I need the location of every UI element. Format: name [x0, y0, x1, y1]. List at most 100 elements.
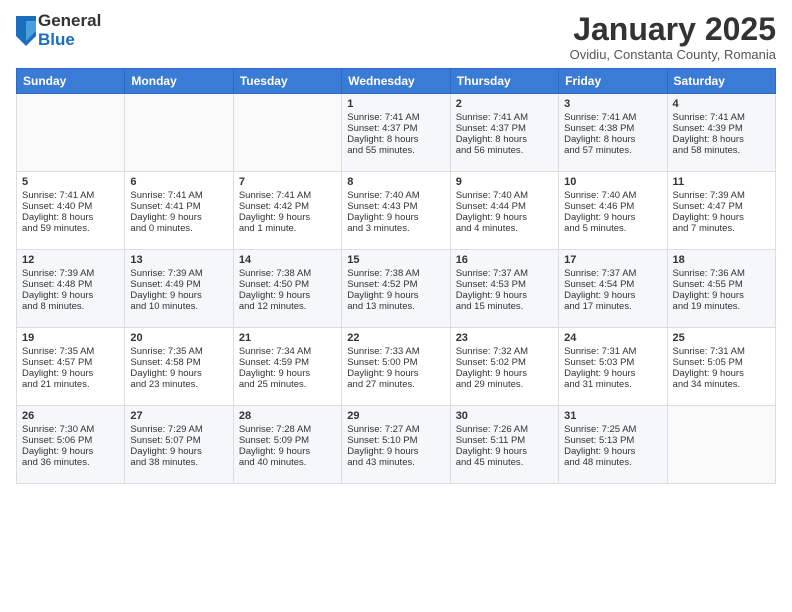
- day-info: Sunset: 4:39 PM: [673, 123, 770, 134]
- day-info: Sunset: 5:06 PM: [22, 435, 119, 446]
- day-info: and 0 minutes.: [130, 223, 227, 234]
- day-number: 7: [239, 176, 336, 188]
- day-number: 6: [130, 176, 227, 188]
- day-info: Sunset: 4:55 PM: [673, 279, 770, 290]
- day-info: Sunrise: 7:41 AM: [564, 112, 661, 123]
- day-info: Sunrise: 7:37 AM: [456, 268, 553, 279]
- table-row: 14Sunrise: 7:38 AMSunset: 4:50 PMDayligh…: [233, 250, 341, 328]
- day-info: Daylight: 9 hours: [347, 446, 444, 457]
- day-info: Sunset: 4:58 PM: [130, 357, 227, 368]
- day-info: Daylight: 9 hours: [456, 290, 553, 301]
- day-number: 11: [673, 176, 770, 188]
- logo-icon: [16, 16, 36, 46]
- day-info: Sunrise: 7:41 AM: [130, 190, 227, 201]
- calendar-week-row: 19 Sunrise: 7:35 AM Sunset: 4:57 PM Dayligh…: [17, 328, 776, 406]
- day-info: Daylight: 9 hours: [347, 368, 444, 379]
- day-info: Sunrise: 7:39 AM: [673, 190, 770, 201]
- page-container: General Blue January 2025 Ovidiu, Consta…: [0, 0, 792, 612]
- day-info: Daylight: 9 hours: [239, 212, 336, 223]
- day-info: and 17 minutes.: [564, 301, 661, 312]
- day-info: Daylight: 9 hours: [239, 290, 336, 301]
- table-row: 17Sunrise: 7:37 AMSunset: 4:54 PMDayligh…: [559, 250, 667, 328]
- day-info: Sunrise: 7:30 AM: [22, 424, 119, 435]
- table-row: 25Sunrise: 7:31 AMSunset: 5:05 PMDayligh…: [667, 328, 775, 406]
- day-info: Sunset: 4:37 PM: [456, 123, 553, 134]
- table-row: 9Sunrise: 7:40 AMSunset: 4:44 PMDaylight…: [450, 172, 558, 250]
- table-row: [17, 94, 125, 172]
- title-area: January 2025 Ovidiu, Constanta County, R…: [570, 12, 776, 62]
- table-row: 23Sunrise: 7:32 AMSunset: 5:02 PMDayligh…: [450, 328, 558, 406]
- day-info: and 10 minutes.: [130, 301, 227, 312]
- table-row: 5Sunrise: 7:41 AMSunset: 4:40 PMDaylight…: [17, 172, 125, 250]
- day-info: Sunset: 5:09 PM: [239, 435, 336, 446]
- day-info: Sunset: 4:54 PM: [564, 279, 661, 290]
- day-info: Daylight: 9 hours: [456, 446, 553, 457]
- day-info: and 7 minutes.: [673, 223, 770, 234]
- day-info: Sunrise: 7:36 AM: [673, 268, 770, 279]
- day-info: Sunrise: 7:41 AM: [22, 190, 119, 201]
- day-info: Daylight: 9 hours: [564, 290, 661, 301]
- day-info: Daylight: 9 hours: [22, 446, 119, 457]
- day-number: 29: [347, 410, 444, 422]
- day-number: 19: [22, 332, 119, 344]
- day-info: Sunrise: 7:39 AM: [22, 268, 119, 279]
- table-row: 21Sunrise: 7:34 AMSunset: 4:59 PMDayligh…: [233, 328, 341, 406]
- table-row: 24Sunrise: 7:31 AMSunset: 5:03 PMDayligh…: [559, 328, 667, 406]
- day-info: Daylight: 9 hours: [673, 290, 770, 301]
- day-info: and 8 minutes.: [22, 301, 119, 312]
- table-row: [125, 94, 233, 172]
- day-info: Sunset: 4:53 PM: [456, 279, 553, 290]
- col-sunday: Sunday: [17, 69, 125, 94]
- table-row: 26Sunrise: 7:30 AMSunset: 5:06 PMDayligh…: [17, 406, 125, 484]
- day-info: and 45 minutes.: [456, 457, 553, 468]
- day-info: and 3 minutes.: [347, 223, 444, 234]
- day-info: Sunrise: 7:38 AM: [239, 268, 336, 279]
- day-info: Sunrise: 7:41 AM: [456, 112, 553, 123]
- day-info: Sunrise: 7:39 AM: [130, 268, 227, 279]
- day-info: Sunrise: 7:41 AM: [239, 190, 336, 201]
- calendar-header-row: Sunday Monday Tuesday Wednesday Thursday…: [17, 69, 776, 94]
- calendar-week-row: 5Sunrise: 7:41 AMSunset: 4:40 PMDaylight…: [17, 172, 776, 250]
- day-info: Daylight: 9 hours: [673, 212, 770, 223]
- day-info: Sunrise: 7:27 AM: [347, 424, 444, 435]
- day-number: 21: [239, 332, 336, 344]
- col-monday: Monday: [125, 69, 233, 94]
- day-info: Daylight: 9 hours: [22, 290, 119, 301]
- table-row: 2Sunrise: 7:41 AMSunset: 4:37 PMDaylight…: [450, 94, 558, 172]
- day-info: Daylight: 9 hours: [673, 368, 770, 379]
- day-number: 4: [673, 98, 770, 110]
- day-info: Daylight: 9 hours: [456, 212, 553, 223]
- day-info: Sunset: 4:38 PM: [564, 123, 661, 134]
- day-info: Daylight: 8 hours: [673, 134, 770, 145]
- day-number: 14: [239, 254, 336, 266]
- day-info: Daylight: 8 hours: [347, 134, 444, 145]
- day-info: Sunrise: 7:41 AM: [347, 112, 444, 123]
- day-info: Daylight: 9 hours: [456, 368, 553, 379]
- day-info: Daylight: 9 hours: [564, 212, 661, 223]
- calendar-week-row: 26Sunrise: 7:30 AMSunset: 5:06 PMDayligh…: [17, 406, 776, 484]
- day-info: Sunset: 5:07 PM: [130, 435, 227, 446]
- day-info: Sunset: 4:43 PM: [347, 201, 444, 212]
- table-row: 3Sunrise: 7:41 AMSunset: 4:38 PMDaylight…: [559, 94, 667, 172]
- day-number: 23: [456, 332, 553, 344]
- day-info: Sunrise: 7:34 AM: [239, 346, 336, 357]
- table-row: 29Sunrise: 7:27 AMSunset: 5:10 PMDayligh…: [342, 406, 450, 484]
- day-info: and 4 minutes.: [456, 223, 553, 234]
- day-info: and 12 minutes.: [239, 301, 336, 312]
- day-number: 24: [564, 332, 661, 344]
- day-info: Sunset: 4:57 PM: [22, 357, 119, 368]
- day-info: Sunrise: 7:35 AM: [130, 346, 227, 357]
- day-info: Daylight: 9 hours: [130, 212, 227, 223]
- header: General Blue January 2025 Ovidiu, Consta…: [16, 12, 776, 62]
- day-info: Sunrise: 7:31 AM: [673, 346, 770, 357]
- table-row: 15Sunrise: 7:38 AMSunset: 4:52 PMDayligh…: [342, 250, 450, 328]
- day-info: Sunrise: 7:40 AM: [347, 190, 444, 201]
- day-info: Sunset: 4:49 PM: [130, 279, 227, 290]
- day-info: and 15 minutes.: [456, 301, 553, 312]
- table-row: 18Sunrise: 7:36 AMSunset: 4:55 PMDayligh…: [667, 250, 775, 328]
- day-number: 16: [456, 254, 553, 266]
- day-number: 25: [673, 332, 770, 344]
- day-number: 9: [456, 176, 553, 188]
- table-row: 20Sunrise: 7:35 AMSunset: 4:58 PMDayligh…: [125, 328, 233, 406]
- table-row: 1Sunrise: 7:41 AMSunset: 4:37 PMDaylight…: [342, 94, 450, 172]
